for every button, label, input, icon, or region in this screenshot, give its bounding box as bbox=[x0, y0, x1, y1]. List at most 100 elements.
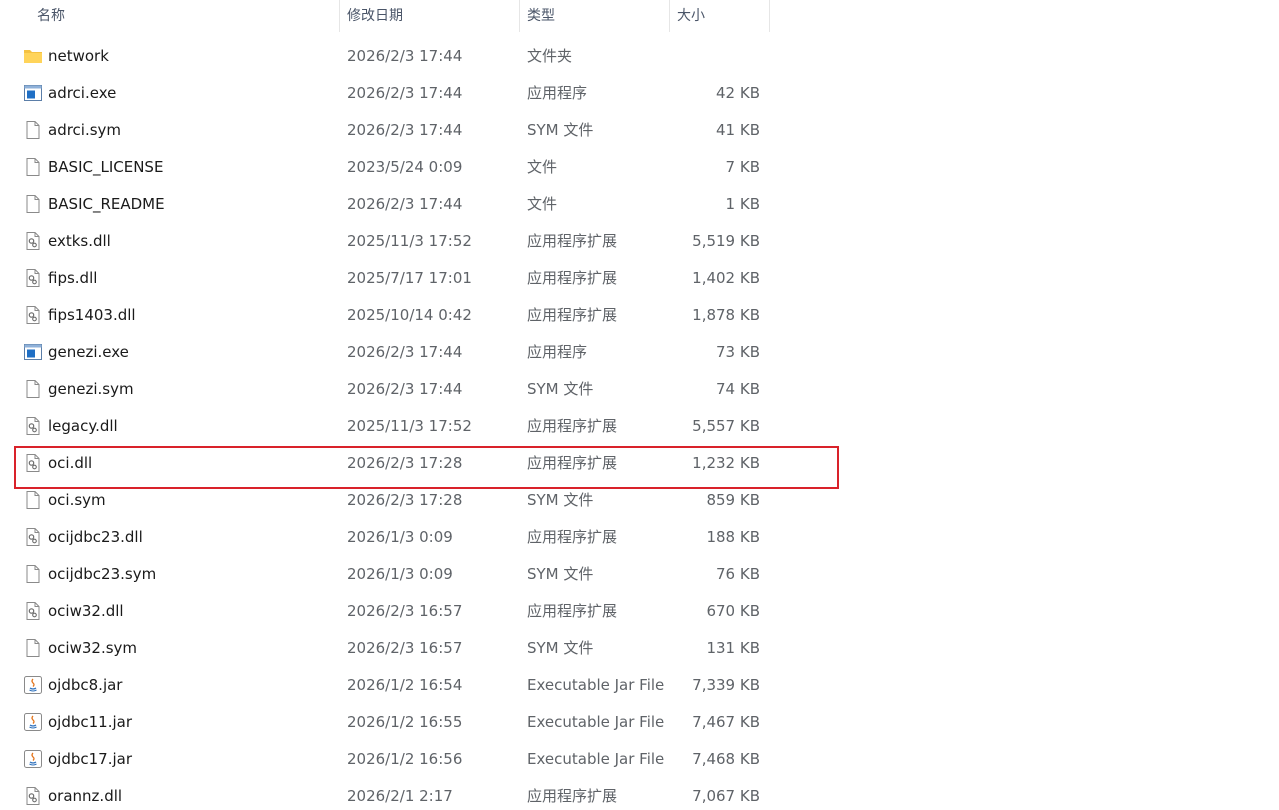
file-name: genezi.exe bbox=[48, 343, 129, 361]
file-size: 73 KB bbox=[716, 343, 760, 361]
file-row[interactable]: ocijdbc23.sym 2026/1/3 0:09 SYM 文件 76 KB bbox=[0, 556, 840, 593]
file-type: SYM 文件 bbox=[527, 491, 594, 509]
file-modified-date: 2025/11/3 17:52 bbox=[347, 232, 472, 250]
file-name: extks.dll bbox=[48, 232, 111, 250]
dll-icon bbox=[23, 601, 43, 621]
file-modified-date: 2026/2/3 17:44 bbox=[347, 380, 463, 398]
file-modified-date: 2023/5/24 0:09 bbox=[347, 158, 463, 176]
jar-icon bbox=[23, 675, 43, 695]
file-size: 670 KB bbox=[706, 602, 760, 620]
column-header-type[interactable]: 类型 bbox=[519, 0, 669, 32]
column-header-size[interactable]: 大小 bbox=[669, 0, 769, 32]
file-modified-date: 2026/2/3 16:57 bbox=[347, 602, 463, 620]
file-name: oci.dll bbox=[48, 454, 93, 472]
file-type: SYM 文件 bbox=[527, 380, 594, 398]
file-modified-date: 2026/2/3 17:28 bbox=[347, 491, 463, 509]
file-row[interactable]: network 2026/2/3 17:44 文件夹 bbox=[0, 38, 840, 75]
file-size: 7 KB bbox=[725, 158, 760, 176]
file-size: 131 KB bbox=[706, 639, 760, 657]
file-row[interactable]: ojdbc8.jar 2026/1/2 16:54 Executable Jar F… bbox=[0, 667, 840, 704]
file-row[interactable]: fips.dll 2025/7/17 17:01 应用程序扩展 1,402 KB bbox=[0, 260, 840, 297]
file-type: SYM 文件 bbox=[527, 565, 594, 583]
file-modified-date: 2026/1/2 16:55 bbox=[347, 713, 463, 731]
file-row[interactable]: ociw32.sym 2026/2/3 16:57 SYM 文件 131 KB bbox=[0, 630, 840, 667]
file-row[interactable]: ojdbc11.jar 2026/1/2 16:55 Executable Jar … bbox=[0, 704, 840, 741]
file-size: 1,232 KB bbox=[692, 454, 760, 472]
file-type: 应用程序扩展 bbox=[527, 306, 618, 324]
file-type: 应用程序 bbox=[527, 343, 588, 361]
file-size: 1,402 KB bbox=[692, 269, 760, 287]
file-row[interactable]: ociw32.dll 2026/2/3 16:57 应用程序扩展 670 KB bbox=[0, 593, 840, 630]
file-modified-date: 2026/2/3 17:44 bbox=[347, 195, 463, 213]
file-type: 应用程序扩展 bbox=[527, 787, 618, 805]
file-type: 应用程序扩展 bbox=[527, 454, 618, 472]
exe-icon bbox=[23, 83, 43, 103]
file-size: 41 KB bbox=[716, 121, 760, 139]
file-size: 5,557 KB bbox=[692, 417, 760, 435]
file-row[interactable]: ojdbc17.jar 2026/1/2 16:56 Executable Jar … bbox=[0, 741, 840, 778]
file-row[interactable]: extks.dll 2025/11/3 17:52 应用程序扩展 5,519 KB bbox=[0, 223, 840, 260]
file-row[interactable]: ocijdbc23.dll 2026/1/3 0:09 应用程序扩展 188 KB bbox=[0, 519, 840, 556]
file-size: 7,067 KB bbox=[692, 787, 760, 805]
file-explorer: ^ 名称 修改日期 类型 大小 network 2026/2/3 17:44 文件夹… bbox=[0, 0, 1279, 810]
file-type: Executable Jar File bbox=[527, 676, 665, 694]
file-row[interactable]: BASIC_LICENSE 2023/5/24 0:09 文件 7 KB bbox=[0, 149, 840, 186]
file-modified-date: 2026/1/3 0:09 bbox=[347, 528, 453, 546]
file-row[interactable]: legacy.dll 2025/11/3 17:52 应用程序扩展 5,557 KB bbox=[0, 408, 840, 445]
file-name: orannz.dll bbox=[48, 787, 123, 805]
file-icon bbox=[23, 490, 43, 510]
file-name: adrci.sym bbox=[48, 121, 122, 139]
file-icon bbox=[23, 638, 43, 658]
file-type: SYM 文件 bbox=[527, 121, 594, 139]
file-size: 1,878 KB bbox=[692, 306, 760, 324]
file-modified-date: 2026/2/1 2:17 bbox=[347, 787, 453, 805]
file-row[interactable]: adrci.sym 2026/2/3 17:44 SYM 文件 41 KB bbox=[0, 112, 840, 149]
file-name: ocijdbc23.sym bbox=[48, 565, 157, 583]
file-name: fips.dll bbox=[48, 269, 98, 287]
file-icon bbox=[23, 157, 43, 177]
file-modified-date: 2025/11/3 17:52 bbox=[347, 417, 472, 435]
file-row[interactable]: orannz.dll 2026/2/1 2:17 应用程序扩展 7,067 KB bbox=[0, 778, 840, 810]
file-size: 76 KB bbox=[716, 565, 760, 583]
file-row[interactable]: genezi.sym 2026/2/3 17:44 SYM 文件 74 KB bbox=[0, 371, 840, 408]
file-size: 7,339 KB bbox=[692, 676, 760, 694]
dll-icon bbox=[23, 416, 43, 436]
file-row[interactable]: genezi.exe 2026/2/3 17:44 应用程序 73 KB bbox=[0, 334, 840, 371]
file-icon bbox=[23, 120, 43, 140]
file-name: adrci.exe bbox=[48, 84, 117, 102]
exe-icon bbox=[23, 342, 43, 362]
file-icon bbox=[23, 379, 43, 399]
folder-icon bbox=[23, 46, 43, 66]
file-name: ojdbc8.jar bbox=[48, 676, 123, 694]
file-row[interactable]: adrci.exe 2026/2/3 17:44 应用程序 42 KB bbox=[0, 75, 840, 112]
column-header-date[interactable]: 修改日期 bbox=[339, 0, 519, 32]
file-type: 文件夹 bbox=[527, 47, 573, 65]
file-name: BASIC_LICENSE bbox=[48, 158, 164, 176]
column-header-name[interactable]: 名称 bbox=[29, 0, 339, 32]
file-modified-date: 2026/1/3 0:09 bbox=[347, 565, 453, 583]
file-name: genezi.sym bbox=[48, 380, 134, 398]
file-type: 应用程序扩展 bbox=[527, 528, 618, 546]
file-modified-date: 2026/2/3 16:57 bbox=[347, 639, 463, 657]
file-modified-date: 2025/7/17 17:01 bbox=[347, 269, 472, 287]
file-size: 5,519 KB bbox=[692, 232, 760, 250]
dll-icon bbox=[23, 231, 43, 251]
file-row[interactable]: oci.sym 2026/2/3 17:28 SYM 文件 859 KB bbox=[0, 482, 840, 519]
file-type: 应用程序扩展 bbox=[527, 602, 618, 620]
file-row[interactable]: BASIC_README 2026/2/3 17:44 文件 1 KB bbox=[0, 186, 840, 223]
file-size: 7,468 KB bbox=[692, 750, 760, 768]
column-divider[interactable] bbox=[769, 0, 770, 32]
dll-icon bbox=[23, 453, 43, 473]
file-type: 应用程序 bbox=[527, 84, 588, 102]
file-size: 74 KB bbox=[716, 380, 760, 398]
file-size: 1 KB bbox=[725, 195, 760, 213]
file-name: legacy.dll bbox=[48, 417, 118, 435]
file-type: 文件 bbox=[527, 158, 558, 176]
file-row[interactable]: oci.dll 2026/2/3 17:28 应用程序扩展 1,232 KB bbox=[0, 445, 840, 482]
file-size: 42 KB bbox=[716, 84, 760, 102]
file-modified-date: 2026/1/2 16:54 bbox=[347, 676, 463, 694]
file-size: 7,467 KB bbox=[692, 713, 760, 731]
file-row[interactable]: fips1403.dll 2025/10/14 0:42 应用程序扩展 1,878 K… bbox=[0, 297, 840, 334]
file-name: fips1403.dll bbox=[48, 306, 136, 324]
file-type: Executable Jar File bbox=[527, 713, 665, 731]
